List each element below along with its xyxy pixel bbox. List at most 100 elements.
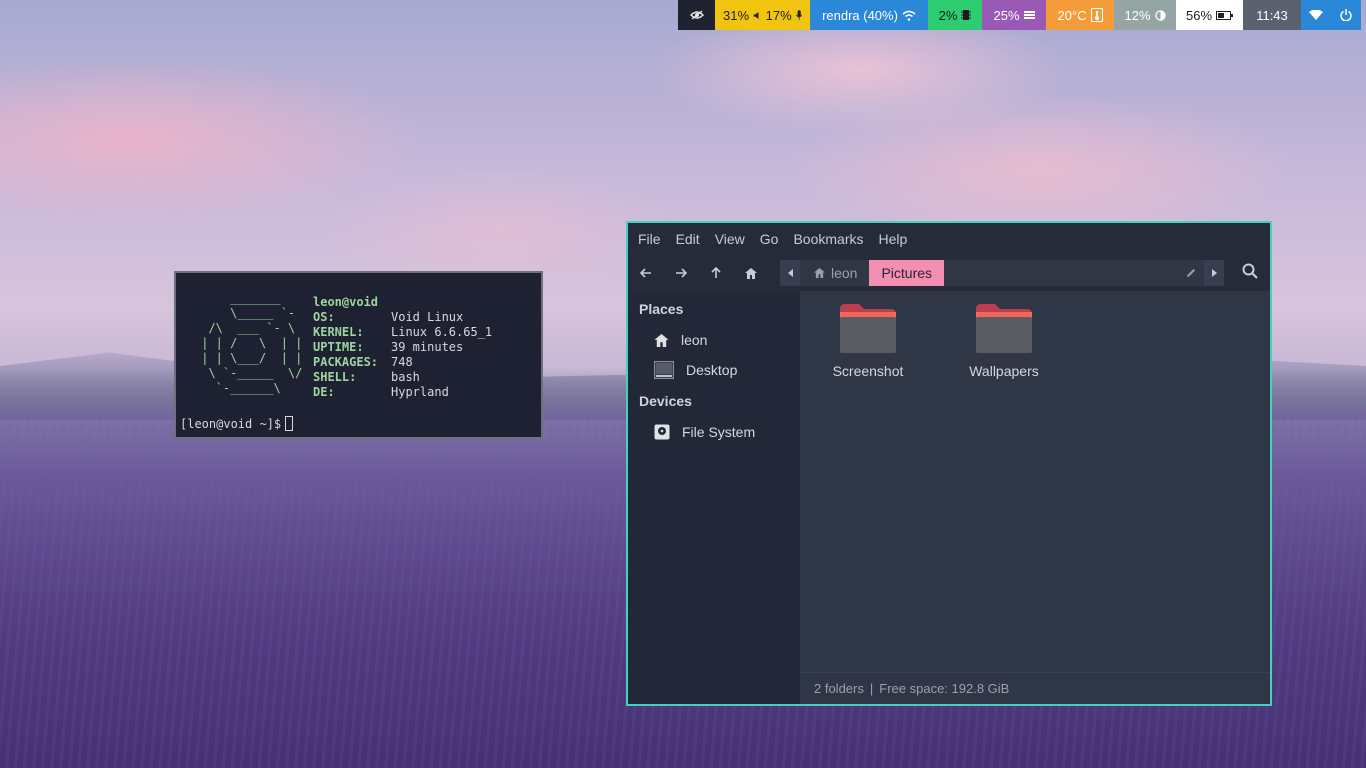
eye-icon xyxy=(689,10,704,20)
backlight-module[interactable]: 12% xyxy=(1114,0,1176,30)
info-key: KERNEL: xyxy=(313,325,364,339)
text-cursor xyxy=(285,416,294,431)
user-host: leon@void xyxy=(313,295,379,309)
path-scroll-left[interactable] xyxy=(780,260,800,286)
menu-go[interactable]: Go xyxy=(760,231,779,247)
info-value: 39 minutes xyxy=(391,340,464,354)
folder-item[interactable]: Wallpapers xyxy=(944,303,1064,379)
brightness-icon xyxy=(1154,9,1166,21)
info-value: Void Linux xyxy=(391,310,464,324)
home-icon xyxy=(744,267,757,279)
void-logo-ascii: _______ \_____ `- /\ ___ `- \ | | / \ | … xyxy=(201,291,303,395)
temperature-text: 20°C xyxy=(1057,7,1087,23)
cpu-text: 2% xyxy=(938,7,958,23)
power-icon xyxy=(1340,9,1352,21)
arrow-left-icon xyxy=(639,268,651,278)
battery-icon xyxy=(1216,10,1234,20)
menu-bar: File Edit View Go Bookmarks Help xyxy=(628,223,1270,255)
memory-icon xyxy=(1023,11,1035,19)
search-icon xyxy=(1242,263,1258,279)
back-button[interactable] xyxy=(628,255,663,291)
shell-prompt[interactable]: [leon@void ~]$ xyxy=(180,416,294,431)
top-bar: 31% 17% rendra (40%) 2% 25% 20°C 12% 56% xyxy=(0,0,1366,30)
volume-text: 31% xyxy=(723,7,750,23)
toolbar: leon Pictures xyxy=(628,255,1270,291)
memory-text: 25% xyxy=(993,7,1020,23)
backlight-text: 12% xyxy=(1124,7,1151,23)
chip-icon xyxy=(961,10,972,20)
search-button[interactable] xyxy=(1242,263,1258,284)
edit-location-button[interactable] xyxy=(1178,260,1204,286)
places-heading: Places xyxy=(639,301,684,317)
battery-text: 56% xyxy=(1185,7,1213,23)
menu-edit[interactable]: Edit xyxy=(676,231,700,247)
arrow-up-icon xyxy=(710,267,721,278)
fetch-info: leon@void OS: Void Linux KERNEL: Linux 6.6… xyxy=(313,295,492,400)
menu-bookmarks[interactable]: Bookmarks xyxy=(793,231,863,247)
arrow-right-icon xyxy=(675,268,687,278)
terminal-window[interactable]: _______ \_____ `- /\ ___ `- \ | | / \ | … xyxy=(174,271,543,439)
path-bar: leon Pictures xyxy=(780,260,1224,286)
folder-count: 2 folders xyxy=(814,681,864,696)
sidebar-item-label: leon xyxy=(681,332,708,348)
status-bar: 2 folders | Free space: 192.8 GiB xyxy=(800,672,1270,704)
file-view[interactable]: Screenshot Wallpapers xyxy=(800,291,1270,672)
info-key: DE: xyxy=(313,385,335,399)
forward-button[interactable] xyxy=(663,255,698,291)
drive-icon xyxy=(654,424,670,440)
path-current-button[interactable]: Pictures xyxy=(869,260,945,286)
free-space: Free space: 192.8 GiB xyxy=(879,681,1010,696)
folder-label: Wallpapers xyxy=(969,363,1039,379)
prompt-text: [leon@void ~]$ xyxy=(180,416,282,431)
pencil-icon xyxy=(1187,269,1195,277)
sidebar: Places leon Desktop Devices File System xyxy=(628,291,800,704)
idle-inhibitor[interactable] xyxy=(678,0,715,30)
sidebar-item-desktop[interactable]: Desktop xyxy=(628,355,800,385)
devices-heading: Devices xyxy=(639,393,692,409)
bar-modules: 31% 17% rendra (40%) 2% 25% 20°C 12% 56% xyxy=(678,0,1361,30)
sidebar-item-label: File System xyxy=(682,424,756,440)
caret-right-icon xyxy=(1211,269,1217,277)
sidebar-item-file-system[interactable]: File System xyxy=(628,417,800,447)
folder-item[interactable]: Screenshot xyxy=(808,303,928,379)
info-key: PACKAGES: xyxy=(313,355,379,369)
path-home-button[interactable]: leon xyxy=(800,260,869,286)
memory-module[interactable]: 25% xyxy=(982,0,1046,30)
clock-module[interactable]: 11:43 xyxy=(1243,0,1301,30)
caret-left-icon xyxy=(787,269,793,277)
folder-icon xyxy=(840,304,896,353)
network-text: rendra (40%) xyxy=(822,7,898,23)
menu-file[interactable]: File xyxy=(638,231,661,247)
network-module[interactable]: rendra (40%) xyxy=(810,0,928,30)
clock-text: 11:43 xyxy=(1256,7,1288,23)
sidebar-item-leon[interactable]: leon xyxy=(628,325,800,355)
home-icon xyxy=(814,268,825,278)
power-button[interactable] xyxy=(1331,0,1361,30)
status-separator: | xyxy=(869,681,874,696)
wifi-applet[interactable] xyxy=(1301,0,1331,30)
up-button[interactable] xyxy=(698,255,733,291)
file-manager-window[interactable]: File Edit View Go Bookmarks Help leon Pi… xyxy=(626,221,1272,706)
menu-view[interactable]: View xyxy=(715,231,745,247)
path-home-label: leon xyxy=(831,265,858,281)
menu-help[interactable]: Help xyxy=(879,231,908,247)
thermometer-icon xyxy=(1090,8,1103,22)
battery-module[interactable]: 56% xyxy=(1176,0,1243,30)
desktop-icon xyxy=(654,361,674,379)
audio-module[interactable]: 31% 17% xyxy=(715,0,810,30)
wifi-signal-icon xyxy=(1309,10,1323,20)
path-scroll-right[interactable] xyxy=(1204,260,1224,286)
cpu-module[interactable]: 2% xyxy=(928,0,982,30)
speaker-icon xyxy=(753,11,759,19)
info-value: Hyprland xyxy=(391,385,449,399)
mic-icon xyxy=(795,10,802,20)
folder-label: Screenshot xyxy=(832,363,904,379)
info-key: OS: xyxy=(313,310,335,324)
info-value: Linux 6.6.65_1 xyxy=(391,325,493,339)
sidebar-item-label: Desktop xyxy=(686,362,738,378)
home-button[interactable] xyxy=(733,255,768,291)
temperature-module[interactable]: 20°C xyxy=(1046,0,1114,30)
home-icon xyxy=(654,333,669,347)
info-value: bash xyxy=(391,370,420,384)
info-key: UPTIME: xyxy=(313,340,364,354)
